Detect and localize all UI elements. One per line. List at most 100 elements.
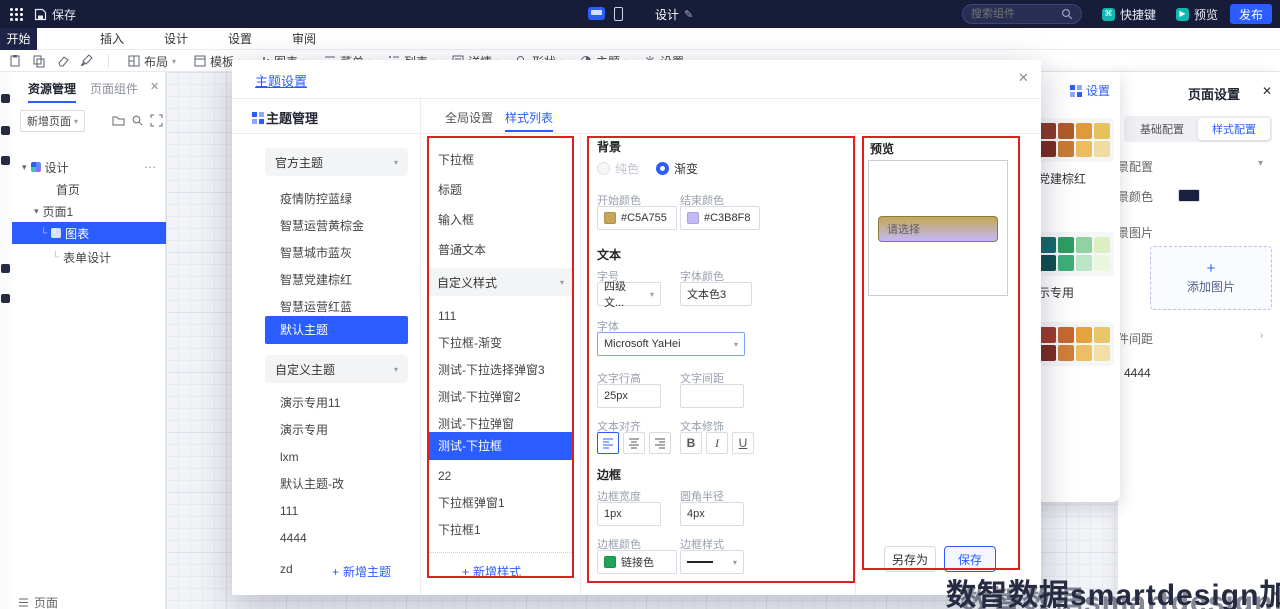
tab-style-config[interactable]: 样式配置 (1198, 118, 1270, 140)
preview-button[interactable]: ▶ 预览 (1176, 0, 1218, 28)
style-item[interactable]: 测试-下拉弹窗2 (438, 385, 572, 409)
menu-review[interactable]: 审阅 (292, 28, 316, 50)
border-width-field[interactable]: 1px (597, 502, 661, 526)
menu-design[interactable]: 设计 (164, 28, 188, 50)
style-item[interactable]: 测试-下拉选择弹窗3 (438, 358, 572, 382)
style-item[interactable]: 22 (438, 464, 572, 488)
border-style-select[interactable]: ▾ (680, 550, 744, 574)
theme-item[interactable]: 智慧党建棕红 (265, 267, 408, 294)
modal-save-button[interactable]: 保存 (944, 546, 996, 572)
style-item[interactable]: 111 (438, 304, 572, 328)
tree-node-home[interactable]: 首页 (12, 178, 166, 200)
align-right-button[interactable] (649, 432, 671, 454)
align-center-button[interactable] (623, 432, 645, 454)
style-item[interactable]: 下拉框1 (438, 518, 572, 542)
panel-settings-button[interactable]: 设置 (1070, 82, 1110, 99)
copy-icon[interactable] (32, 54, 48, 69)
publish-button[interactable]: 发布 (1230, 4, 1272, 24)
border-radius-field[interactable]: 4px (680, 502, 744, 526)
align-left-button[interactable] (597, 432, 619, 454)
end-color-field[interactable]: #C3B8F8 (680, 206, 760, 230)
shortcuts-button[interactable]: ⌘ 快捷键 (1102, 0, 1156, 28)
custom-style-group[interactable]: 自定义样式▾ (427, 268, 574, 296)
font-family-select[interactable]: Microsoft YaHei▾ (597, 332, 745, 356)
tab-global-settings[interactable]: 全局设置 (445, 105, 493, 132)
dock-icon[interactable] (1, 294, 10, 303)
chevron-down-icon[interactable]: ▾ (1258, 158, 1263, 169)
expand-icon[interactable] (150, 114, 163, 130)
desktop-view-icon[interactable] (588, 7, 605, 20)
save-as-button[interactable]: 另存为 (884, 546, 936, 572)
font-size-select[interactable]: 四级文...▾ (597, 282, 661, 306)
theme-item[interactable]: 默认主题-改 (265, 471, 408, 498)
tree-node-form[interactable]: └ 表单设计 (12, 246, 166, 268)
apps-grid-icon[interactable] (10, 8, 13, 11)
theme-item[interactable]: 疫情防控蓝绿 (265, 186, 408, 213)
dock-icon[interactable] (1, 126, 10, 135)
search-input[interactable] (971, 8, 1057, 20)
layout-tool[interactable]: 布局▾ (128, 50, 176, 72)
edit-icon[interactable]: ✎ (684, 8, 693, 21)
style-item[interactable]: 下拉框-渐变 (438, 331, 572, 355)
theme-item[interactable]: 智慧城市蓝灰 (265, 240, 408, 267)
tab-style-list[interactable]: 样式列表 (505, 105, 553, 132)
folder-icon[interactable] (112, 114, 125, 130)
theme-item-selected[interactable]: 默认主题 (265, 316, 408, 344)
theme-palette-card[interactable] (1036, 322, 1114, 366)
tree-node-design[interactable]: ▾ 设计 ⋯ (12, 156, 166, 178)
dock-icon[interactable] (1, 156, 10, 165)
border-color-field[interactable]: 链接色 (597, 550, 677, 574)
close-icon[interactable]: ✕ (1262, 84, 1272, 98)
sidebar-close-icon[interactable]: ✕ (150, 80, 159, 93)
paste-icon[interactable] (8, 54, 24, 69)
font-color-field[interactable]: 文本色3 (680, 282, 752, 306)
bold-button[interactable]: B (680, 432, 702, 454)
dock-icon[interactable] (1, 94, 10, 103)
more-icon[interactable]: ⋯ (144, 160, 156, 174)
component-search[interactable] (962, 4, 1082, 24)
bg-color-swatch[interactable] (1178, 189, 1200, 202)
new-page-button[interactable]: 新增页面▾ (20, 110, 85, 132)
menu-settings[interactable]: 设置 (228, 28, 252, 50)
tree-node-page1[interactable]: ▾ 页面1 (12, 200, 166, 222)
official-theme-group[interactable]: 官方主题▾ (265, 148, 408, 176)
theme-item[interactable]: 智慧运营黄棕金 (265, 213, 408, 240)
tab-basic-config[interactable]: 基础配置 (1126, 118, 1198, 140)
line-height-field[interactable]: 25px (597, 384, 661, 408)
theme-palette-card[interactable] (1036, 118, 1114, 162)
save-button[interactable]: 保存 (34, 0, 76, 28)
tab-resource-manager[interactable]: 资源管理 (28, 80, 76, 103)
style-item[interactable]: 输入框 (438, 208, 572, 232)
add-image-button[interactable]: + 添加图片 (1150, 246, 1272, 310)
style-item[interactable]: 下拉框弹窗1 (438, 491, 572, 515)
style-item[interactable]: 普通文本 (438, 238, 572, 262)
theme-item[interactable]: 4444 (265, 525, 408, 552)
letter-spacing-field[interactable] (680, 384, 744, 408)
tree-node-chart[interactable]: └ 图表 (12, 222, 166, 244)
add-theme-button[interactable]: +新增主题 (332, 563, 391, 580)
eraser-icon[interactable] (56, 54, 72, 69)
style-item[interactable]: 标题 (438, 178, 572, 202)
theme-item[interactable]: zd (265, 556, 325, 583)
radio-gradient[interactable]: 渐变 (656, 160, 698, 177)
menu-start[interactable]: 开始 (0, 28, 37, 50)
add-style-button[interactable]: +新增样式 (462, 563, 521, 580)
start-color-field[interactable]: #C5A755 (597, 206, 677, 230)
modal-close-icon[interactable]: ✕ (1018, 70, 1029, 86)
search-icon[interactable] (131, 114, 144, 130)
style-item[interactable]: 下拉框 (438, 148, 572, 172)
theme-item[interactable]: 演示专用 (265, 417, 408, 444)
style-item-selected[interactable]: 测试-下拉框 (427, 432, 574, 460)
theme-palette-card[interactable] (1036, 232, 1114, 276)
theme-item[interactable]: 111 (265, 498, 408, 525)
custom-theme-group[interactable]: 自定义主题▾ (265, 355, 408, 383)
italic-button[interactable]: I (706, 432, 728, 454)
theme-item[interactable]: 演示专用11 (265, 390, 408, 417)
sidebar-footer[interactable]: 页面 (18, 594, 58, 609)
theme-item[interactable]: lxm (265, 444, 408, 471)
underline-button[interactable]: U (732, 432, 754, 454)
radio-solid-color[interactable]: 纯色 (597, 160, 639, 177)
menu-insert[interactable]: 插入 (100, 28, 124, 50)
mobile-view-icon[interactable] (614, 7, 623, 21)
brush-icon[interactable] (80, 54, 96, 69)
